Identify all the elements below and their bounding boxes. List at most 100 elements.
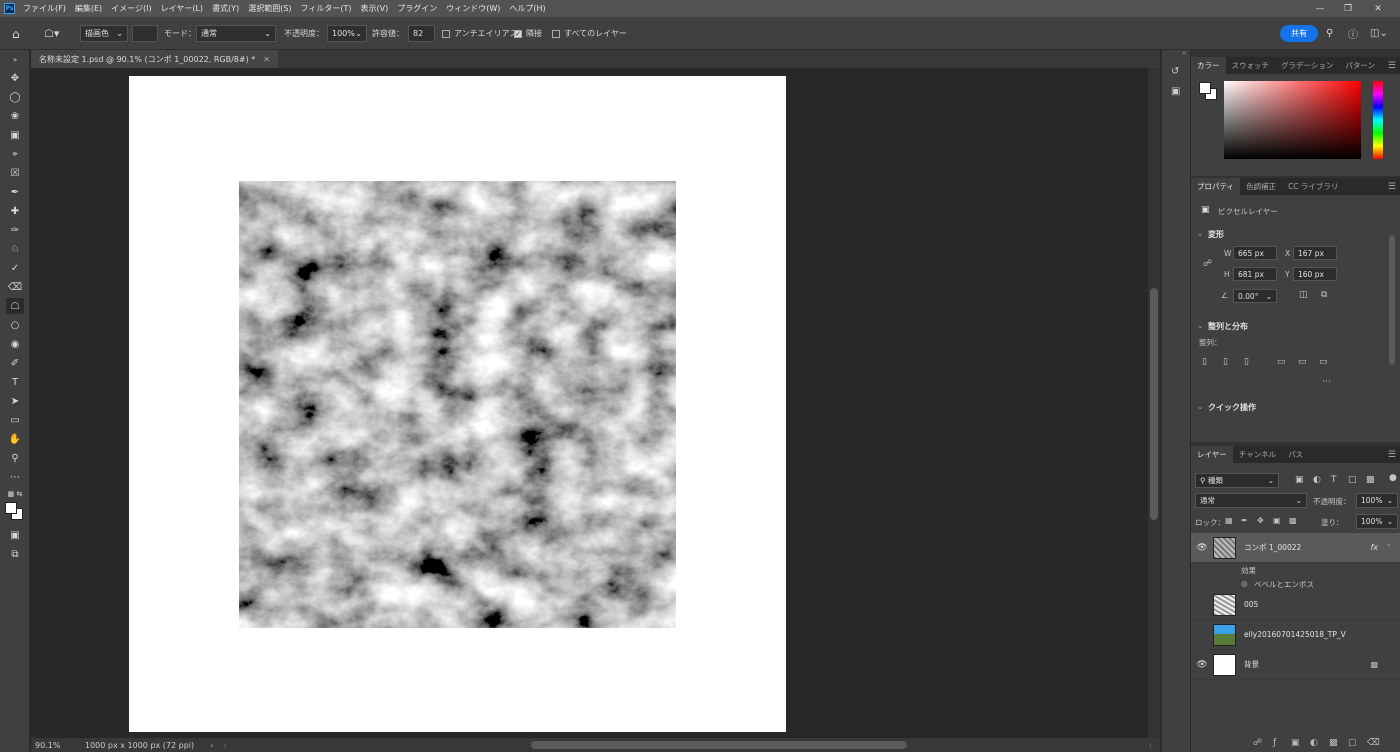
- comments-panel-icon[interactable]: ▣: [1171, 86, 1180, 97]
- properties-scrollbar[interactable]: [1389, 235, 1395, 365]
- tab-swatches[interactable]: スウォッチ: [1226, 57, 1276, 74]
- link-icon[interactable]: ☍: [1203, 259, 1212, 269]
- align-bottom-icon[interactable]: ▭: [1319, 357, 1328, 367]
- align-middle-icon[interactable]: ▭: [1298, 357, 1307, 367]
- layer-name[interactable]: 005: [1244, 600, 1258, 609]
- blend-mode-select[interactable]: 通常 ⌄: [1195, 493, 1307, 508]
- search-icon[interactable]: ⚲: [1326, 25, 1333, 42]
- stamp-tool-icon[interactable]: ♘: [6, 241, 24, 257]
- menu-image[interactable]: イメージ(I): [111, 3, 151, 14]
- flip-vertical-icon[interactable]: ⧉: [1321, 290, 1327, 300]
- trash-icon[interactable]: ⌫: [1367, 738, 1380, 748]
- link-layers-icon[interactable]: ☍: [1253, 738, 1262, 748]
- eye-icon[interactable]: 👁: [1191, 543, 1213, 553]
- menu-type[interactable]: 書式(Y): [212, 3, 239, 14]
- scroll-left-icon[interactable]: ‹: [223, 741, 226, 750]
- tab-color[interactable]: カラー: [1191, 57, 1226, 74]
- tab-channels[interactable]: チャンネル: [1233, 446, 1282, 463]
- lasso-tool-icon[interactable]: ❀: [6, 108, 24, 124]
- path-select-tool-icon[interactable]: ➤: [6, 393, 24, 409]
- add-style-icon[interactable]: ƒ: [1273, 738, 1276, 748]
- contiguous-checkbox[interactable]: ✓ 隣接: [514, 25, 542, 42]
- tab-patterns[interactable]: パターン: [1339, 57, 1381, 74]
- healing-brush-tool-icon[interactable]: ✚: [6, 203, 24, 219]
- effect-visibility-icon[interactable]: ◎: [1241, 579, 1248, 588]
- tab-properties[interactable]: プロパティ: [1191, 178, 1241, 195]
- height-input[interactable]: 681 px: [1233, 267, 1277, 281]
- zoom-tool-icon[interactable]: ⚲: [6, 450, 24, 466]
- blur-tool-icon[interactable]: ○: [6, 317, 24, 333]
- panel-menu-icon[interactable]: ☰: [1388, 182, 1396, 192]
- paint-bucket-tool-icon[interactable]: ☖: [6, 298, 24, 314]
- frame-tool-icon[interactable]: ☒: [6, 165, 24, 181]
- restore-icon[interactable]: ❐: [1334, 0, 1362, 17]
- menu-edit[interactable]: 編集(E): [75, 3, 102, 14]
- lock-position-icon[interactable]: ✥: [1257, 516, 1264, 525]
- opacity-input[interactable]: 100% ⌄: [327, 25, 367, 42]
- collapse-icon[interactable]: »: [6, 52, 24, 68]
- expand-effects-icon[interactable]: ⌃: [1385, 543, 1392, 552]
- menu-help[interactable]: ヘルプ(H): [509, 3, 545, 14]
- align-center-icon[interactable]: ▯: [1223, 357, 1228, 367]
- vertical-scrollbar[interactable]: [1148, 68, 1160, 738]
- filter-adjustment-icon[interactable]: ◐: [1313, 475, 1321, 485]
- rectangle-tool-icon[interactable]: ▭: [6, 412, 24, 428]
- panel-menu-icon[interactable]: ☰: [1388, 450, 1396, 460]
- scroll-right-icon[interactable]: ›: [1149, 741, 1152, 750]
- tab-gradients[interactable]: グラデーション: [1275, 57, 1339, 74]
- fill-input[interactable]: 100% ⌄: [1356, 514, 1398, 529]
- foreground-color-chip[interactable]: [1199, 82, 1211, 94]
- chevron-down-icon[interactable]: ⌄: [1197, 321, 1203, 330]
- flip-horizontal-icon[interactable]: ◫: [1299, 290, 1308, 300]
- tolerance-input[interactable]: 82: [408, 25, 435, 42]
- lock-all-icon[interactable]: ▩: [1289, 516, 1297, 525]
- zoom-level[interactable]: 90.1%: [35, 741, 79, 750]
- status-chevron-icon[interactable]: ›: [210, 741, 213, 750]
- align-left-icon[interactable]: ▯: [1202, 357, 1207, 367]
- layer-row-005[interactable]: 005: [1191, 590, 1400, 620]
- collapse-panels-icon[interactable]: «: [1182, 49, 1186, 57]
- tab-adjustments[interactable]: 色調補正: [1240, 178, 1282, 195]
- home-icon[interactable]: ⌂: [12, 25, 20, 42]
- tab-cc-libraries[interactable]: CC ライブラリ: [1282, 178, 1344, 195]
- y-input[interactable]: 160 px: [1293, 267, 1337, 281]
- layer-row-comp[interactable]: 👁 コンポ 1_00022 fx ⌃: [1191, 533, 1400, 563]
- layer-name[interactable]: コンポ 1_00022: [1244, 542, 1301, 553]
- canvas-area[interactable]: [31, 68, 1148, 738]
- history-brush-tool-icon[interactable]: ✓: [6, 260, 24, 276]
- vertical-scroll-thumb[interactable]: [1150, 288, 1158, 520]
- new-layer-icon[interactable]: ▢: [1348, 738, 1357, 748]
- share-button[interactable]: 共有: [1280, 25, 1318, 42]
- marquee-tool-icon[interactable]: ◯: [6, 89, 24, 105]
- object-select-tool-icon[interactable]: ▣: [6, 127, 24, 143]
- panel-menu-icon[interactable]: ☰: [1388, 61, 1396, 71]
- bevel-emboss-label[interactable]: ベベルとエンボス: [1254, 579, 1314, 590]
- help-icon[interactable]: ⓘ: [1348, 25, 1358, 42]
- layer-filter-select[interactable]: ⚲ 種類 ⌄: [1195, 473, 1279, 488]
- layer-row-background[interactable]: 👁 背景 ▩: [1191, 650, 1400, 680]
- document-tab[interactable]: 名称未設定 1.psd @ 90.1% (コンポ 1_00022, RGB/8#…: [31, 50, 278, 68]
- add-mask-icon[interactable]: ▣: [1291, 738, 1300, 748]
- width-input[interactable]: 665 px: [1233, 246, 1277, 260]
- pattern-picker[interactable]: [132, 25, 158, 42]
- menu-window[interactable]: ウィンドウ(W): [446, 3, 500, 14]
- menu-file[interactable]: ファイル(F): [23, 3, 66, 14]
- chevron-down-icon[interactable]: ⌄: [1197, 402, 1203, 411]
- type-tool-icon[interactable]: T: [6, 374, 24, 390]
- antialias-checkbox[interactable]: アンチエイリアス: [442, 25, 518, 42]
- eraser-tool-icon[interactable]: ⌫: [6, 279, 24, 295]
- minimize-icon[interactable]: —: [1306, 0, 1334, 17]
- eye-icon[interactable]: 👁: [1191, 660, 1213, 670]
- menu-select[interactable]: 選択範囲(S): [248, 3, 291, 14]
- screen-mode-icon[interactable]: ⧉: [6, 546, 24, 562]
- chevron-down-icon[interactable]: ⌄: [1197, 229, 1203, 238]
- layer-name[interactable]: 背景: [1244, 659, 1259, 670]
- lock-artboard-icon[interactable]: ▣: [1273, 516, 1281, 525]
- filter-smart-object-icon[interactable]: ▩: [1366, 475, 1375, 485]
- quick-mask-icon[interactable]: ▣: [6, 527, 24, 543]
- foreground-color-swatch[interactable]: [5, 502, 17, 514]
- hand-tool-icon[interactable]: ✋: [6, 431, 24, 447]
- eyedropper-tool-icon[interactable]: ✒: [6, 184, 24, 200]
- tab-paths[interactable]: パス: [1282, 446, 1309, 463]
- filter-toggle-icon[interactable]: ●: [1389, 473, 1397, 483]
